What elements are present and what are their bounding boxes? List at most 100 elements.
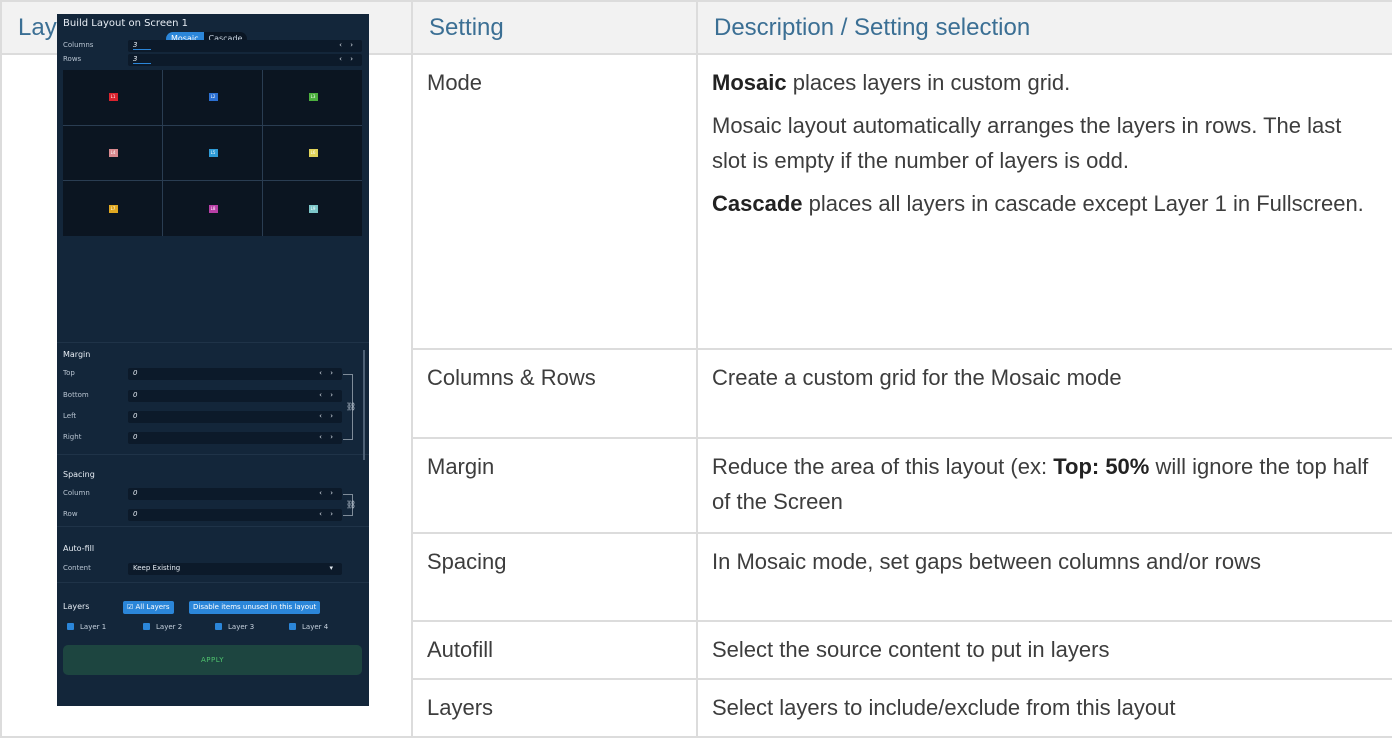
spacing-column-label: Column (63, 489, 90, 497)
setting-margin: Margin (411, 436, 698, 534)
columns-input[interactable]: 3 ‹ › (128, 40, 362, 52)
setting-mode: Mode (411, 52, 698, 351)
margin-left-input[interactable]: 0 ‹ › (128, 411, 342, 423)
layer-badge: L6 (308, 148, 318, 157)
chevron-down-icon[interactable]: ▾ (329, 564, 336, 572)
rows-stepper-icon[interactable]: ‹ › (339, 55, 356, 63)
checkbox-icon (143, 623, 150, 630)
margin-left-stepper-icon[interactable]: ‹ › (319, 412, 336, 420)
layer-badge: L2 (208, 93, 218, 102)
layer-1-checkbox[interactable]: Layer 1 (67, 623, 106, 631)
divider (57, 526, 369, 527)
columns-row: Columns 3 ‹ › (63, 40, 363, 52)
columns-label: Columns (63, 41, 94, 49)
autofill-content-value: Keep Existing (133, 564, 181, 572)
all-layers-label: All Layers (135, 603, 170, 611)
grid-cell[interactable]: L4 (63, 125, 162, 181)
spacing-row-input[interactable]: 0 ‹ › (128, 509, 342, 521)
grid-cell[interactable]: L5 (163, 125, 262, 181)
desc-autofill: Select the source content to put in laye… (696, 620, 1392, 680)
margin-right-stepper-icon[interactable]: ‹ › (319, 433, 336, 441)
grid-cell[interactable]: L9 (263, 181, 362, 236)
rows-label: Rows (63, 55, 82, 63)
margin-right-value: 0 (133, 433, 138, 441)
margin-left-label: Left (63, 412, 77, 420)
disable-unused-button[interactable]: Disable items unused in this layout (189, 601, 321, 614)
margin-right-input[interactable]: 0 ‹ › (128, 432, 342, 444)
spacing-row-row: Row 0 ‹ › (63, 509, 363, 521)
grid-cell[interactable]: L6 (263, 125, 362, 181)
margin-top-input[interactable]: 0 ‹ › (128, 368, 342, 380)
scrollbar[interactable] (363, 350, 365, 460)
setting-layers: Layers (411, 678, 698, 738)
grid-cell[interactable]: L8 (163, 181, 262, 236)
spacing-column-stepper-icon[interactable]: ‹ › (319, 489, 336, 497)
setting-columns-rows: Columns & Rows (411, 348, 698, 439)
spacing-link-icon[interactable]: ⛓ (346, 500, 356, 509)
margin-bottom-stepper-icon[interactable]: ‹ › (319, 391, 336, 399)
all-layers-button[interactable]: ☑ All Layers (123, 601, 174, 614)
setting-autofill: Autofill (411, 620, 698, 680)
spacing-row-value: 0 (133, 510, 138, 518)
layer-1-label: Layer 1 (80, 623, 107, 631)
layer-4-checkbox[interactable]: Layer 4 (289, 623, 328, 631)
checkbox-icon (289, 623, 296, 630)
margin-top-value: 0 (133, 369, 138, 377)
editor-title: Build Layout on Screen 1 (63, 18, 189, 29)
margin-top-label: Top (63, 369, 75, 377)
checkbox-icon (215, 623, 222, 630)
grid-cell[interactable]: L2 (163, 70, 262, 125)
rows-value: 3 (133, 55, 151, 64)
grid-cell[interactable]: L1 (63, 70, 162, 125)
layer-3-checkbox[interactable]: Layer 3 (215, 623, 254, 631)
desc-mode-p1: Mosaic places layers in custom grid. (712, 70, 1071, 95)
desc-mode-p3: Cascade places all layers in cascade exc… (712, 191, 1364, 216)
spacing-column-row: Column 0 ‹ › (63, 488, 363, 500)
desc-margin: Reduce the area of this layout (ex: Top:… (696, 436, 1392, 534)
autofill-content-select[interactable]: Keep Existing ▾ (128, 563, 342, 575)
rows-input[interactable]: 3 ‹ › (128, 54, 362, 66)
autofill-content-label: Content (63, 564, 91, 572)
grid-cell[interactable]: L7 (63, 181, 162, 236)
margin-link-icon[interactable]: ⛓ (346, 402, 356, 411)
desc-spacing: In Mosaic mode, set gaps between columns… (696, 531, 1392, 623)
autofill-content-row: Content Keep Existing ▾ (63, 563, 363, 575)
margin-left-value: 0 (133, 412, 138, 420)
margin-left-row: Left 0 ‹ › (63, 411, 363, 423)
layer-badge: L9 (308, 204, 318, 213)
desc-mode: Mosaic places layers in custom grid. Mos… (696, 52, 1392, 351)
divider (57, 454, 369, 455)
checkbox-icon (67, 623, 74, 630)
layer-badge: L5 (208, 148, 218, 157)
margin-right-row: Right 0 ‹ › (63, 432, 363, 444)
divider (57, 342, 369, 343)
grid-cell[interactable]: L3 (263, 70, 362, 125)
layout-editor-panel: Build Layout on Screen 1 Mosaic Cascade … (57, 14, 369, 706)
spacing-title: Spacing (63, 470, 95, 479)
layer-badge: L1 (108, 93, 118, 102)
margin-top-row: Top 0 ‹ › (63, 368, 363, 380)
margin-bottom-label: Bottom (63, 391, 89, 399)
layer-2-label: Layer 2 (156, 623, 183, 631)
autofill-title: Auto-fill (63, 544, 95, 553)
spacing-row-label: Row (63, 510, 78, 518)
spacing-row-stepper-icon[interactable]: ‹ › (319, 510, 336, 518)
divider (57, 582, 369, 583)
setting-spacing: Spacing (411, 531, 698, 623)
apply-button[interactable]: APPLY (63, 645, 362, 675)
desc-layers: Select layers to include/exclude from th… (696, 678, 1392, 738)
layer-badge: L3 (308, 93, 318, 102)
spacing-column-input[interactable]: 0 ‹ › (128, 488, 342, 500)
margin-bottom-row: Bottom 0 ‹ › (63, 390, 363, 402)
layer-3-label: Layer 3 (228, 623, 255, 631)
margin-bottom-input[interactable]: 0 ‹ › (128, 390, 342, 402)
desc-columns-rows: Create a custom grid for the Mosaic mode (696, 348, 1392, 439)
checkbox-icon: ☑ (127, 603, 136, 611)
margin-title: Margin (63, 350, 91, 359)
desc-mode-p2: Mosaic layout automatically arranges the… (712, 113, 1342, 173)
layer-badge: L8 (208, 204, 218, 213)
header-setting: Setting (411, 0, 698, 55)
columns-stepper-icon[interactable]: ‹ › (339, 41, 356, 49)
layer-2-checkbox[interactable]: Layer 2 (143, 623, 182, 631)
margin-top-stepper-icon[interactable]: ‹ › (319, 369, 336, 377)
